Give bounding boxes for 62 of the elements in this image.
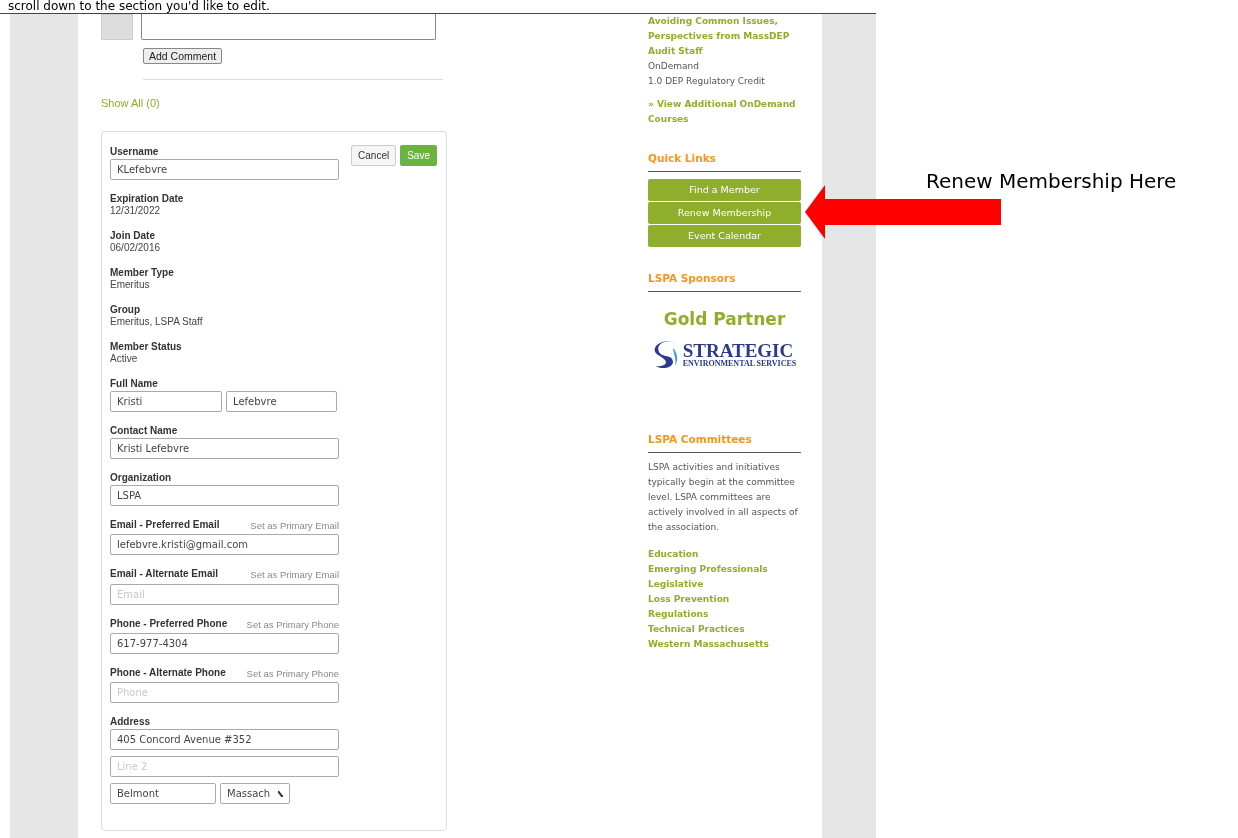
quick-link-button[interactable]: Renew Membership <box>648 201 801 224</box>
annotation-text: Renew Membership Here <box>926 168 1177 195</box>
comment-field[interactable] <box>141 14 436 40</box>
avatar-placeholder <box>101 14 133 40</box>
field-label: Email - Alternate Email <box>110 568 218 582</box>
field-label: Username <box>110 146 159 158</box>
committees-description: LSPA activities and initiatives typically begin at the committee level. LSPA committees are actively involved in all aspects of the association. <box>648 460 799 534</box>
show-all-link[interactable]: Show All (0) <box>101 94 160 111</box>
select-value: Massach <box>227 787 271 801</box>
input-field[interactable]: LSPA <box>110 485 339 506</box>
input-field[interactable]: lefebvre.kristi@gmail.com <box>110 534 339 556</box>
input-field[interactable]: 405 Concord Avenue #352 <box>110 729 339 750</box>
field-label: Contact Name <box>110 425 178 437</box>
input-field[interactable]: 617-977-4304 <box>110 632 339 654</box>
field-value: 06/02/2016 <box>110 242 162 254</box>
sponsor-logo: STRATEGIC ENVIRONMENTAL SERVICES <box>648 340 801 370</box>
committee-link[interactable]: Legislative <box>648 576 704 592</box>
course-info: 1.0 DEP Regulatory Credit <box>648 75 766 88</box>
field-label: Address <box>110 716 150 728</box>
set-primary-link[interactable]: Set as Primary Phone <box>246 666 339 681</box>
field-value: 12/31/2022 <box>110 205 162 217</box>
committee-link[interactable]: Regulations <box>648 606 709 622</box>
committee-link[interactable]: Education <box>648 546 699 562</box>
input-field[interactable]: KLefebvre <box>110 159 339 180</box>
input-field[interactable]: Kristi Lefebvre <box>110 438 339 459</box>
field-label: Expiration Date <box>110 193 184 205</box>
committee-link[interactable]: Technical Practices <box>648 621 745 637</box>
committee-link[interactable]: Loss Prevention <box>648 591 730 607</box>
course-title-link[interactable]: Avoiding Common Issues, Perspectives from MassDEP Audit Staff <box>648 14 801 59</box>
field-value: Active <box>110 353 139 365</box>
view-more-link[interactable]: » View Additional OnDemand Courses <box>648 97 801 127</box>
input-field[interactable]: Lefebvre <box>226 391 337 412</box>
set-primary-link[interactable]: Set as Primary Phone <box>246 617 339 632</box>
committee-link[interactable]: Western Massachusetts <box>648 636 769 652</box>
cancel-button[interactable]: Cancel <box>351 145 397 166</box>
save-button[interactable]: Save <box>400 145 437 166</box>
field-label: Full Name <box>110 378 158 390</box>
set-primary-link[interactable]: Set as Primary Email <box>250 519 339 534</box>
field-value: Emeritus <box>110 279 151 291</box>
input-field[interactable]: Belmont <box>110 783 216 804</box>
quick-link-button[interactable]: Find a Member <box>648 178 801 201</box>
field-label: Join Date <box>110 230 155 242</box>
field-label: Member Type <box>110 267 174 279</box>
quick-link-button[interactable]: Event Calendar <box>648 224 801 247</box>
sponsor-tier-label: Gold Partner <box>662 307 787 331</box>
field-label: Organization <box>110 472 172 484</box>
committee-link[interactable]: Emerging Professionals <box>648 561 768 577</box>
field-label: Phone - Preferred Phone <box>110 617 228 631</box>
set-primary-link[interactable]: Set as Primary Email <box>250 568 339 583</box>
input-field[interactable]: Kristi <box>110 391 222 412</box>
add-comment-button[interactable]: Add Comment <box>143 48 223 64</box>
field-label: Member Status <box>110 341 182 353</box>
field-label: Phone - Alternate Phone <box>110 666 226 680</box>
field-label: Email - Preferred Email <box>110 519 220 532</box>
instruction-text: scroll down to the section you'd like to edit. <box>7 0 271 13</box>
field-label: Group <box>110 304 140 316</box>
field-value: Emeritus, LSPA Staff <box>110 316 204 328</box>
section-heading: Quick Links <box>648 151 801 172</box>
state-select[interactable]: Massach <box>220 783 290 804</box>
course-info: OnDemand <box>648 60 700 73</box>
section-heading: LSPA Sponsors <box>648 270 801 292</box>
section-heading: LSPA Committees <box>648 432 801 453</box>
